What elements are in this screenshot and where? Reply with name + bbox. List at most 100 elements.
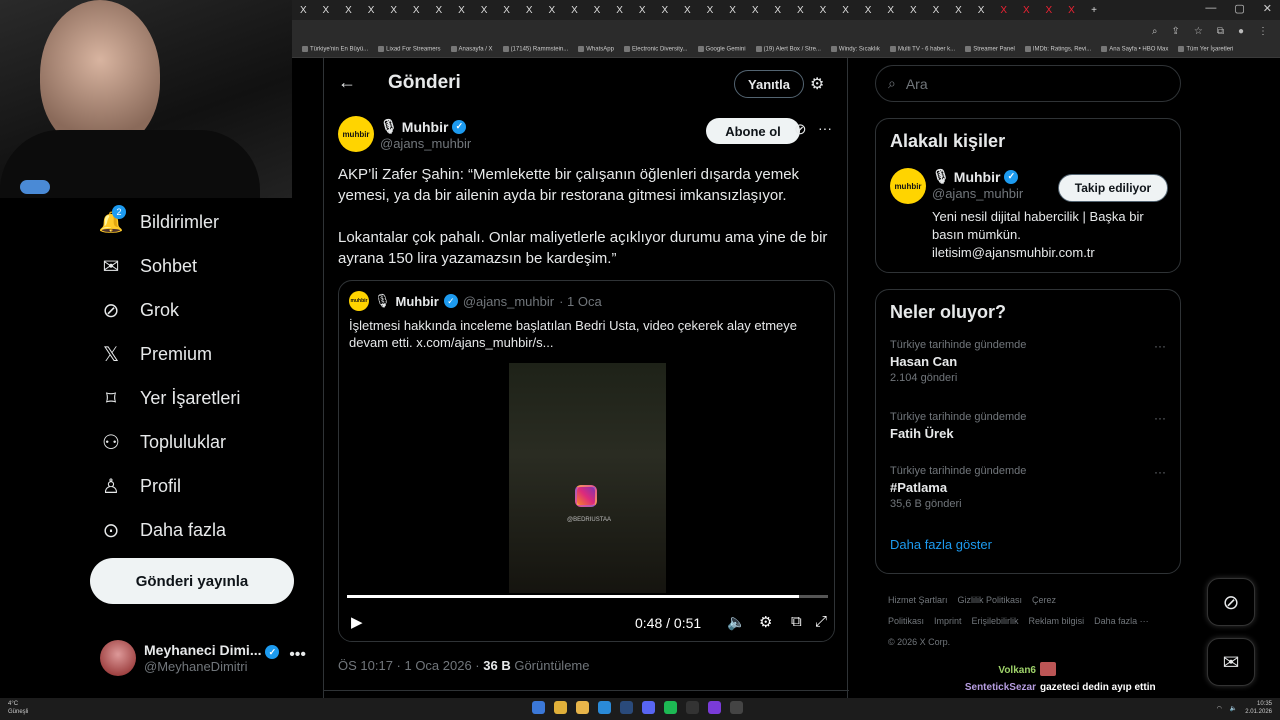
clock[interactable]: 10:35 2.01.2026 [1245,700,1272,716]
discord-icon[interactable] [642,701,655,714]
post-button[interactable]: Gönderi yayınla [90,558,294,604]
related-user[interactable]: muhbir 🎙 Muhbir ✓ @ajans_muhbir Takip ed… [876,164,1180,274]
browser-tab[interactable]: X [631,0,654,20]
bookmark-item[interactable]: Anasayfa / X [450,46,493,53]
address-bar[interactable]: ⌕ ⇪ ☆ ⧉ ● ⋮ [292,20,1280,42]
maximize-button[interactable]: ▢ [1234,2,1244,15]
bookmark-item[interactable]: (19) Alert Box / Stre... [755,46,821,53]
menu-icon[interactable]: ⋮ [1258,26,1268,37]
browser-tab[interactable]: X [744,0,767,20]
trend-item[interactable]: Türkiye tarihinde gündemde #Patlama 35,6 B… [876,461,1180,533]
browser-tab[interactable]: X [947,0,970,20]
browser-tab[interactable]: X [337,0,360,20]
browser-tab[interactable]: X [608,0,631,20]
grok-float-icon[interactable]: ⊘ [1207,578,1255,626]
trend-item[interactable]: Türkiye tarihinde gündemde Fatih Ürek ··· [876,407,1180,461]
popout-icon[interactable]: ⧉ [791,613,802,630]
trend-more-icon[interactable]: ··· [1154,411,1166,425]
author-name[interactable]: 🎙 Muhbir ✓ [380,118,467,135]
browser-tab[interactable]: X [382,0,405,20]
sidebar-item-sohbet[interactable]: ✉ Sohbet [90,244,300,288]
bookmark-item[interactable]: Lixad For Streamers [378,46,441,53]
filter-settings-icon[interactable]: ⚙ [810,74,824,94]
steam-icon[interactable] [620,701,633,714]
author-handle[interactable]: @ajans_muhbir [380,136,471,151]
show-more-link[interactable]: Daha fazla göster [876,533,1180,566]
browser-tab[interactable]: X [518,0,541,20]
browser-tab[interactable]: X [292,0,315,20]
bookmark-item[interactable]: Multi TV - 6 haber k... [889,46,955,53]
bookmark-item[interactable]: Ana Sayfa • HBO Max [1101,46,1168,53]
related-avatar[interactable]: muhbir [890,168,926,204]
browser-tab[interactable]: X [812,0,835,20]
wifi-icon[interactable]: ◠ [1217,705,1222,712]
edge-icon[interactable] [598,701,611,714]
footer-link[interactable]: Gizlilik Politikası [958,595,1023,605]
browser-tab[interactable]: X [789,0,812,20]
browser-tab[interactable]: X [495,0,518,20]
sidebar-item-premium[interactable]: 𝕏 Premium [90,332,300,376]
minimize-button[interactable]: — [1205,2,1216,15]
browser-tab[interactable]: X [586,0,609,20]
bookmark-item[interactable]: WhatsApp [578,46,614,53]
browser-tab[interactable]: X [428,0,451,20]
close-window-button[interactable]: ✕ [1263,2,1272,15]
video-player[interactable]: @BEDRIUSTAA ▶ 0:48 / 0:51 🔈 ⚙ ⧉ ⤢ [339,363,834,641]
bookmark-item[interactable]: Streamer Panel [965,46,1015,53]
following-button[interactable]: Takip ediliyor [1058,174,1168,202]
account-more-icon[interactable]: ••• [289,646,306,664]
footer-link[interactable]: Imprint [934,616,962,626]
browser-tab[interactable]: X [970,0,993,20]
profile-icon[interactable]: ● [1238,26,1244,37]
bookmark-item[interactable]: Türkiye'nin En Büyü... [302,46,368,53]
trend-item[interactable]: Türkiye tarihinde gündemde Hasan Can 2.104… [876,335,1180,407]
sidebar-item-daha-fazla[interactable]: ⊙ Daha fazla [90,508,300,552]
messages-float-icon[interactable]: ✉ [1207,638,1255,686]
spotify-icon[interactable] [664,701,677,714]
sidebar-item-yer-i̇şaretleri[interactable]: ⌑ Yer İşaretleri [90,376,300,420]
browser-tab[interactable]: X [1038,0,1061,20]
browser-tab[interactable]: X [699,0,722,20]
reply-button[interactable]: Yanıtla [734,70,804,98]
subscribe-button[interactable]: Abone ol [706,118,800,144]
speaker-icon[interactable]: 🔈 [1230,705,1237,712]
browser-tab[interactable]: X [879,0,902,20]
author-avatar[interactable]: muhbir [338,116,374,152]
account-switcher[interactable]: Meyhaneci Dimi... ✓ @MeyhaneDimitri ••• [100,636,310,680]
more-options-icon[interactable]: ··· [818,120,832,136]
new-tab-button[interactable]: + [1083,0,1106,20]
extensions-icon[interactable]: ⧉ [1217,26,1224,37]
sidebar-item-grok[interactable]: ⊘ Grok [90,288,300,332]
start-icon[interactable] [532,701,545,714]
star-icon[interactable]: ☆ [1194,26,1203,37]
trend-more-icon[interactable]: ··· [1154,465,1166,479]
bookmark-item[interactable]: IMDb: Ratings, Revi... [1024,46,1091,53]
sidebar-item-bildirimler[interactable]: 🔔 2 Bildirimler [90,200,300,244]
browser-tab[interactable]: X [450,0,473,20]
weather-widget[interactable]: 4°C Güneşli [8,700,28,716]
footer-link[interactable]: Hizmet Şartları [888,595,948,605]
browser-tab[interactable]: X [902,0,925,20]
obs-icon[interactable] [730,701,743,714]
browser-tab[interactable]: X [315,0,338,20]
share-icon[interactable]: ⇪ [1171,26,1179,37]
grok-icon[interactable]: ⊘ [794,120,807,138]
browser-tab[interactable]: X [405,0,428,20]
browser-tab[interactable]: X [721,0,744,20]
fullscreen-icon[interactable]: ⤢ [815,613,827,630]
search-input[interactable]: ⌕ Ara [875,65,1181,102]
browser-tab[interactable]: X [541,0,564,20]
quoted-tweet[interactable]: muhbir 🎙 Muhbir ✓ @ajans_muhbir · 1 Oca … [338,280,835,642]
browser-tab[interactable]: X [992,0,1015,20]
related-name[interactable]: 🎙 Muhbir ✓ [932,168,1019,185]
browser-tab[interactable]: X [857,0,880,20]
video-settings-icon[interactable]: ⚙ [759,613,772,631]
browser-tab[interactable]: X [676,0,699,20]
chrome-icon[interactable] [554,701,567,714]
epic-icon[interactable] [686,701,699,714]
browser-tab[interactable]: X [1015,0,1038,20]
sidebar-item-topluluklar[interactable]: ⚇ Topluluklar [90,420,300,464]
browser-tab[interactable]: X [563,0,586,20]
video-progress-bar[interactable] [347,595,828,598]
bookmark-item[interactable]: Tüm Yer İşaretleri [1178,46,1233,53]
